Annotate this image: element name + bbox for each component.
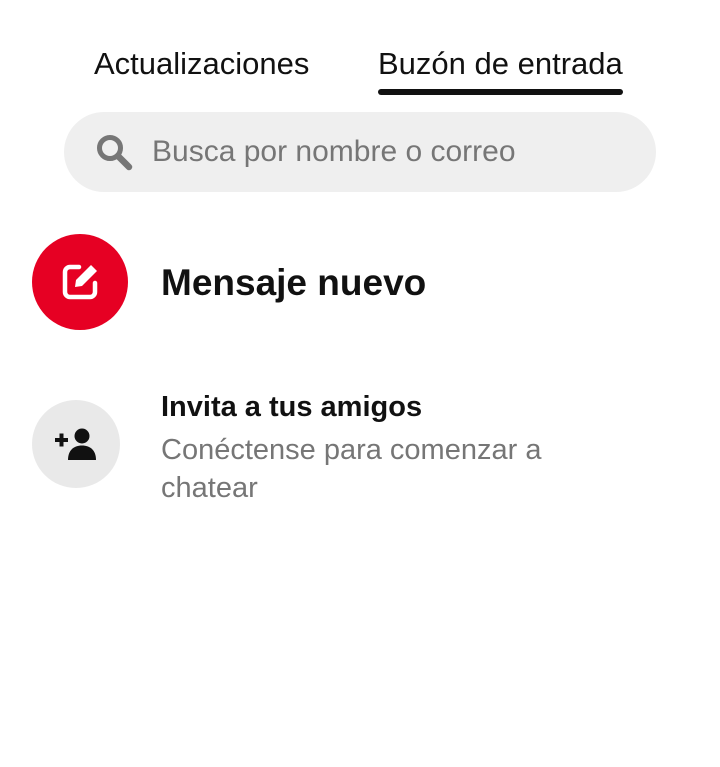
invite-friends-row[interactable]: Invita a tus amigos Conéctense para come… (0, 390, 720, 510)
tab-bar: Actualizaciones Buzón de entrada (0, 40, 720, 100)
active-tab-indicator (378, 89, 623, 95)
new-message-row[interactable]: Mensaje nuevo (0, 234, 720, 332)
tab-inbox-label: Buzón de entrada (378, 46, 623, 81)
edit-icon (62, 264, 98, 300)
new-message-button[interactable] (32, 234, 128, 330)
search-icon (94, 132, 134, 172)
tab-inbox[interactable]: Buzón de entrada (378, 40, 623, 95)
add-person-icon (55, 428, 96, 460)
invite-friends-title: Invita a tus amigos (161, 391, 423, 423)
invite-friends-button[interactable] (32, 400, 120, 488)
search-bar[interactable] (64, 112, 656, 192)
invite-friends-subtitle: Conéctense para comenzar a chatear (161, 434, 542, 504)
new-message-label: Mensaje nuevo (161, 262, 427, 303)
tab-updates[interactable]: Actualizaciones (94, 40, 309, 88)
search-input[interactable] (152, 112, 632, 192)
